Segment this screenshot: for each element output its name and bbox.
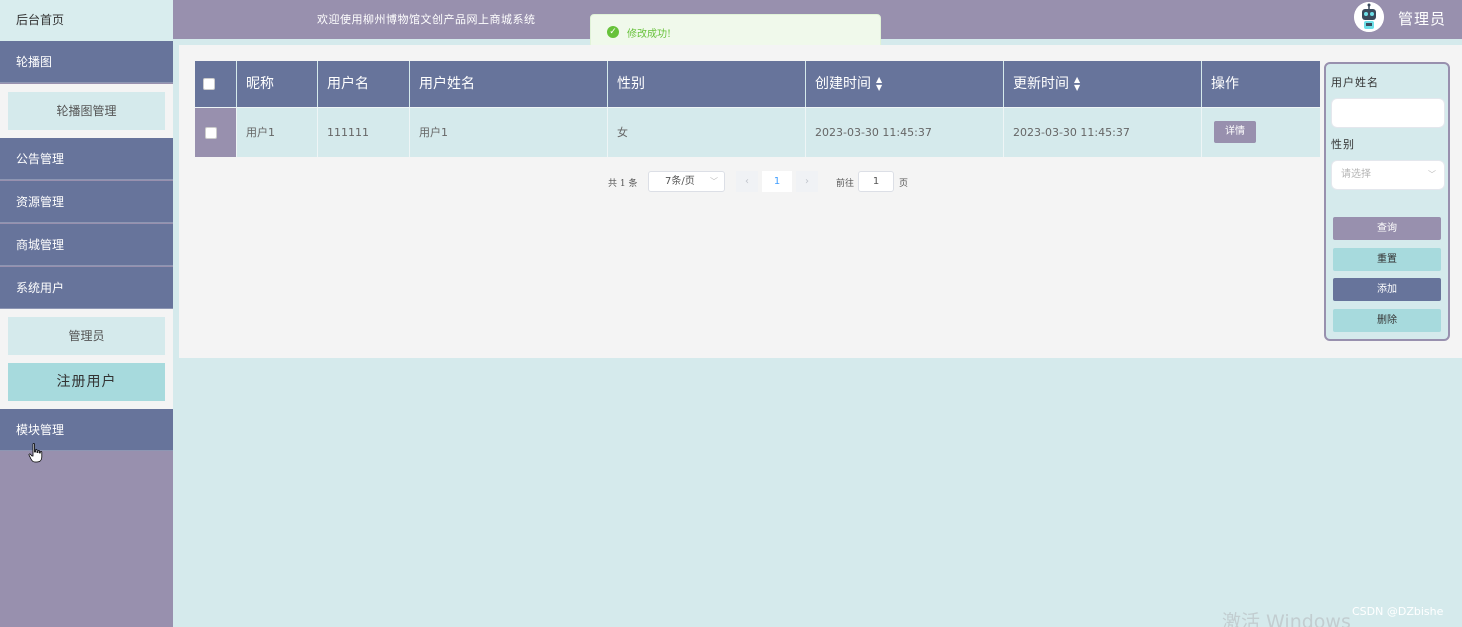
sort-icon[interactable]: ▲ ▼ — [876, 76, 882, 92]
row-checkbox[interactable] — [205, 127, 217, 139]
col-header-created-label: 创建时间 — [815, 76, 871, 92]
sidebar-item-carousel[interactable]: 轮播图 — [0, 41, 173, 83]
cell-gender: 女 — [608, 107, 806, 157]
col-header-nickname: 昵称 — [237, 61, 318, 107]
sidebar-item-shop[interactable]: 商城管理 — [0, 224, 173, 266]
cell-actions: 详情 — [1202, 107, 1320, 157]
chevron-down-icon: ﹀ — [710, 177, 718, 186]
chevron-down-icon: ﹀ — [1428, 170, 1436, 179]
goto-label: 前往 — [836, 179, 855, 189]
header-checkbox-cell — [195, 61, 237, 107]
gender-label: 性别 — [1331, 138, 1355, 151]
cell-username: 111111 — [318, 107, 410, 157]
table-row: 用户1 111111 用户1 女 2023-03-30 11:45:37 202… — [195, 107, 1320, 157]
detail-button[interactable]: 详情 — [1214, 121, 1256, 143]
windows-activation-watermark: 激活 Windows — [1222, 611, 1351, 627]
sidebar-item-notice[interactable]: 公告管理 — [0, 138, 173, 180]
select-all-checkbox[interactable] — [203, 78, 215, 90]
table-header: 昵称 用户名 用户姓名 性别 创建时间 ▲ ▼ 更新时间 ▲ ▼ 操作 — [195, 61, 1320, 107]
check-circle-icon: ✓ — [607, 26, 619, 38]
prev-page-button[interactable]: ‹ — [736, 171, 758, 192]
next-page-button[interactable]: › — [796, 171, 818, 192]
sidebar-item-module[interactable]: 模块管理 — [0, 409, 173, 451]
sidebar-subitem-carousel-manage[interactable]: 轮播图管理 — [8, 92, 165, 130]
sidebar-submenu-system-user: 管理员 注册用户 — [0, 309, 173, 409]
toast-message: 修改成功! — [627, 29, 672, 40]
cell-created: 2023-03-30 11:45:37 — [806, 107, 1004, 157]
cell-nickname: 用户1 — [237, 107, 318, 157]
name-search-input[interactable] — [1331, 98, 1445, 128]
gender-select-placeholder: 请选择 — [1341, 169, 1371, 180]
sidebar: 后台首页 轮播图 轮播图管理 公告管理 资源管理 商城管理 系统用户 管理员 注… — [0, 0, 173, 627]
sort-icon[interactable]: ▲ ▼ — [1074, 76, 1080, 92]
header-welcome-text: 欢迎使用柳州博物馆文创产品网上商城系统 — [317, 13, 536, 26]
col-header-updated[interactable]: 更新时间 ▲ ▼ — [1004, 61, 1202, 107]
avatar[interactable] — [1354, 2, 1384, 32]
col-header-created[interactable]: 创建时间 ▲ ▼ — [806, 61, 1004, 107]
col-header-username: 用户名 — [318, 61, 410, 107]
csdn-watermark: CSDN @DZbishe — [1352, 605, 1444, 618]
sidebar-submenu-carousel: 轮播图管理 — [0, 84, 173, 138]
sidebar-subitem-admin[interactable]: 管理员 — [8, 317, 165, 355]
pagination-total: 共 1 条 — [608, 179, 638, 189]
goto-page-input[interactable]: 1 — [858, 171, 894, 192]
hand-cursor-icon — [28, 443, 43, 463]
cell-realname: 用户1 — [410, 107, 608, 157]
col-header-gender: 性别 — [608, 61, 806, 107]
search-panel: 用户姓名 性别 请选择 ﹀ 查询 重置 添加 删除 — [1324, 62, 1450, 341]
add-button[interactable]: 添加 — [1333, 278, 1441, 301]
col-header-actions: 操作 — [1202, 61, 1320, 107]
row-checkbox-cell — [195, 107, 237, 157]
name-label: 用户姓名 — [1331, 76, 1379, 89]
goto-suffix: 页 — [899, 179, 909, 189]
robot-avatar-icon — [1354, 2, 1384, 32]
sidebar-subitem-registered-user[interactable]: 注册用户 — [8, 363, 165, 401]
reset-button[interactable]: 重置 — [1333, 248, 1441, 271]
delete-button[interactable]: 删除 — [1333, 309, 1441, 332]
col-header-updated-label: 更新时间 — [1013, 76, 1069, 92]
query-button[interactable]: 查询 — [1333, 217, 1441, 240]
page-number-current[interactable]: 1 — [762, 171, 792, 192]
gender-select[interactable]: 请选择 ﹀ — [1331, 160, 1445, 190]
header-user-label[interactable]: 管理员 — [1398, 8, 1446, 29]
cell-updated: 2023-03-30 11:45:37 — [1004, 107, 1202, 157]
page-size-select[interactable]: 7条/页 ﹀ — [648, 171, 725, 192]
sidebar-item-resource[interactable]: 资源管理 — [0, 181, 173, 223]
sidebar-item-home[interactable]: 后台首页 — [0, 0, 173, 41]
col-header-realname: 用户姓名 — [410, 61, 608, 107]
page-size-value: 7条/页 — [665, 176, 695, 187]
sidebar-item-system-user[interactable]: 系统用户 — [0, 267, 173, 309]
